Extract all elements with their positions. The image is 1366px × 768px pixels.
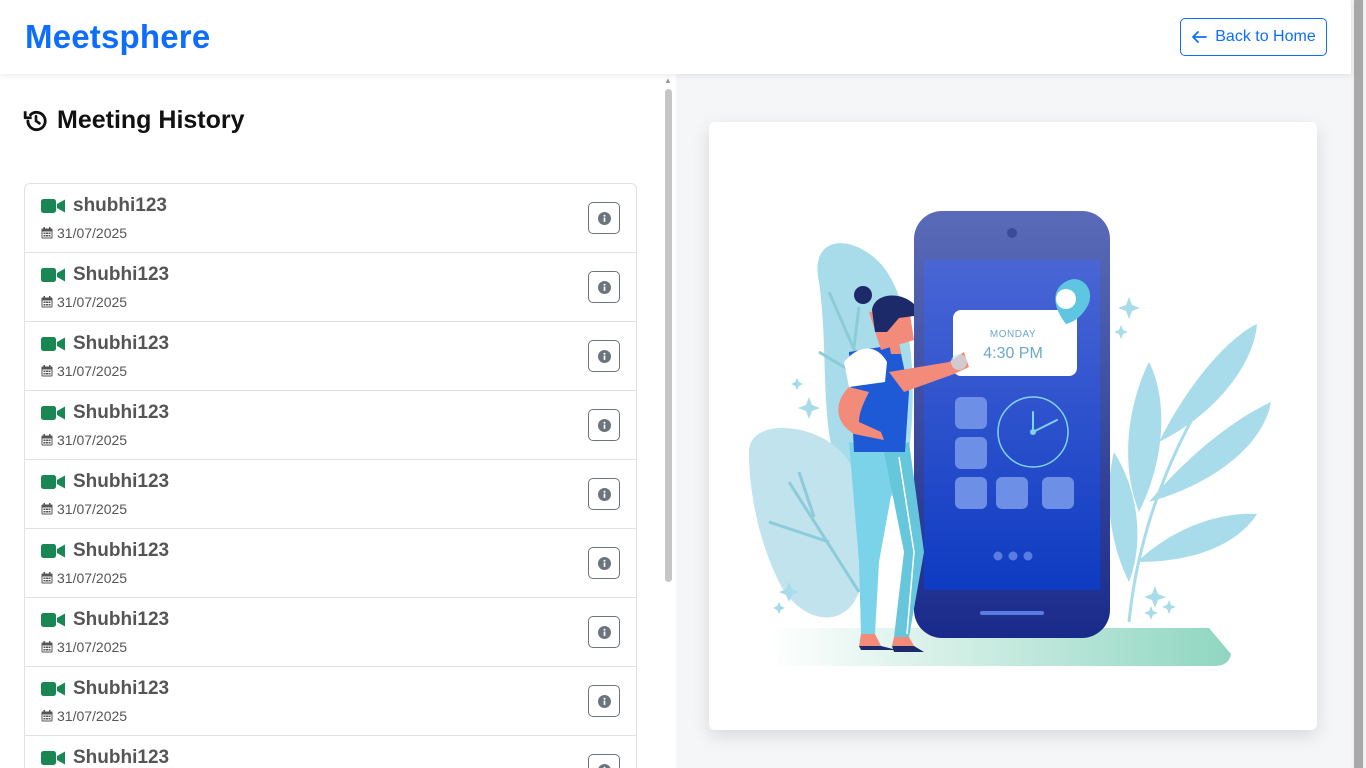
video-camera-icon xyxy=(41,406,65,420)
meeting-date: 31/07/2025 xyxy=(41,639,127,655)
meeting-date-text: 31/07/2025 xyxy=(57,501,128,517)
info-circle-icon xyxy=(597,556,611,570)
calendar-icon xyxy=(41,710,53,722)
meeting-info-button[interactable] xyxy=(588,478,620,510)
meeting-date-text: 31/07/2025 xyxy=(57,432,128,448)
meeting-list-item: Shubhi123 31/07/2025 xyxy=(25,253,636,322)
meeting-title: shubhi123 xyxy=(41,195,167,217)
meeting-title: Shubhi123 xyxy=(41,609,169,631)
meeting-name: Shubhi123 xyxy=(73,471,170,492)
illustration-time: 4:30 PM xyxy=(983,345,1043,362)
meeting-list-item: shubhi123 31/07/2025 xyxy=(25,184,636,253)
meeting-name: Shubhi123 xyxy=(73,678,170,699)
calendar-icon xyxy=(41,434,53,446)
illustration-panel: MONDAY 4:30 PM xyxy=(676,74,1351,768)
video-camera-icon xyxy=(41,613,65,627)
meeting-date-text: 31/07/2025 xyxy=(57,363,128,379)
meeting-info-button[interactable] xyxy=(588,271,620,303)
scroll-up-arrow-icon[interactable]: ▲ xyxy=(664,76,672,85)
meeting-list: shubhi123 31/07/2025 Shubhi123 31/07/202… xyxy=(24,183,637,768)
meeting-title: Shubhi123 xyxy=(41,333,169,355)
meeting-date: 31/07/2025 xyxy=(41,432,127,448)
back-to-home-button[interactable]: Back to Home xyxy=(1180,18,1327,56)
illustration-day: MONDAY xyxy=(990,329,1036,340)
meeting-list-item: Shubhi123 31/07/2025 xyxy=(25,391,636,460)
calendar-icon xyxy=(41,572,53,584)
meeting-date: 31/07/2025 xyxy=(41,501,127,517)
meeting-date: 31/07/2025 xyxy=(41,708,127,724)
info-circle-icon xyxy=(597,280,611,294)
meeting-list-item: Shubhi123 31/07/2025 xyxy=(25,667,636,736)
video-camera-icon xyxy=(41,544,65,558)
page-title: Meeting History xyxy=(23,106,245,135)
info-circle-icon xyxy=(597,349,611,363)
meeting-date-text: 31/07/2025 xyxy=(57,225,128,241)
video-camera-icon xyxy=(41,199,65,213)
back-to-home-label: Back to Home xyxy=(1215,28,1316,45)
meeting-title: Shubhi123 xyxy=(41,402,169,424)
phone-illustration: MONDAY 4:30 PM xyxy=(749,211,1271,666)
meeting-date: 31/07/2025 xyxy=(41,363,127,379)
info-circle-icon xyxy=(597,625,611,639)
meeting-name: Shubhi123 xyxy=(73,402,170,423)
meeting-title: Shubhi123 xyxy=(41,747,169,768)
page-scrollbar-thumb[interactable] xyxy=(1354,0,1363,768)
meeting-name: Shubhi123 xyxy=(73,540,170,561)
meeting-date: 31/07/2025 xyxy=(41,294,127,310)
meeting-info-button[interactable] xyxy=(588,547,620,579)
calendar-icon xyxy=(41,227,53,239)
video-camera-icon xyxy=(41,475,65,489)
meeting-title: Shubhi123 xyxy=(41,678,169,700)
meeting-name: Shubhi123 xyxy=(73,333,170,354)
meeting-info-button[interactable] xyxy=(588,202,620,234)
meeting-info-button[interactable] xyxy=(588,616,620,648)
calendar-icon xyxy=(41,365,53,377)
arrow-left-icon xyxy=(1192,31,1208,43)
meeting-date: 31/07/2025 xyxy=(41,570,127,586)
brand-logo[interactable]: Meetsphere xyxy=(25,18,210,56)
meeting-name: Shubhi123 xyxy=(73,609,170,630)
meeting-list-item: Shubhi123 xyxy=(25,736,636,768)
scrollbar-thumb[interactable] xyxy=(665,89,672,582)
info-circle-icon xyxy=(597,694,611,708)
video-camera-icon xyxy=(41,268,65,282)
calendar-icon xyxy=(41,296,53,308)
meeting-name: Shubhi123 xyxy=(73,264,170,285)
info-circle-icon xyxy=(597,211,611,225)
video-camera-icon xyxy=(41,337,65,351)
meeting-list-item: Shubhi123 31/07/2025 xyxy=(25,460,636,529)
meeting-title: Shubhi123 xyxy=(41,540,169,562)
meeting-name: Shubhi123 xyxy=(73,747,170,768)
video-camera-icon xyxy=(41,682,65,696)
meeting-date: 31/07/2025 xyxy=(41,225,127,241)
meeting-info-button[interactable] xyxy=(588,754,620,768)
meeting-list-item: Shubhi123 31/07/2025 xyxy=(25,322,636,391)
calendar-icon xyxy=(41,503,53,515)
meeting-list-item: Shubhi123 31/07/2025 xyxy=(25,598,636,667)
meeting-name: shubhi123 xyxy=(73,195,167,216)
info-circle-icon xyxy=(597,487,611,501)
meeting-title: Shubhi123 xyxy=(41,471,169,493)
history-icon xyxy=(23,110,47,131)
navbar: Meetsphere Back to Home xyxy=(0,0,1351,74)
video-camera-icon xyxy=(41,751,65,765)
meeting-history-panel: Meeting History shubhi123 31/07/2025 Shu… xyxy=(0,74,676,768)
calendar-icon xyxy=(41,641,53,653)
info-circle-icon xyxy=(597,763,611,768)
meeting-info-button[interactable] xyxy=(588,340,620,372)
meeting-info-button[interactable] xyxy=(588,409,620,441)
meeting-title: Shubhi123 xyxy=(41,264,169,286)
page-scrollbar[interactable] xyxy=(1351,0,1366,768)
meeting-date-text: 31/07/2025 xyxy=(57,639,128,655)
meeting-list-item: Shubhi123 31/07/2025 xyxy=(25,529,636,598)
meeting-info-button[interactable] xyxy=(588,685,620,717)
info-circle-icon xyxy=(597,418,611,432)
meeting-date-text: 31/07/2025 xyxy=(57,708,128,724)
page-title-text: Meeting History xyxy=(57,106,245,134)
meeting-date-text: 31/07/2025 xyxy=(57,294,128,310)
illustration-card: MONDAY 4:30 PM xyxy=(709,122,1317,730)
meeting-date-text: 31/07/2025 xyxy=(57,570,128,586)
list-scrollbar[interactable]: ▲ xyxy=(663,74,675,768)
